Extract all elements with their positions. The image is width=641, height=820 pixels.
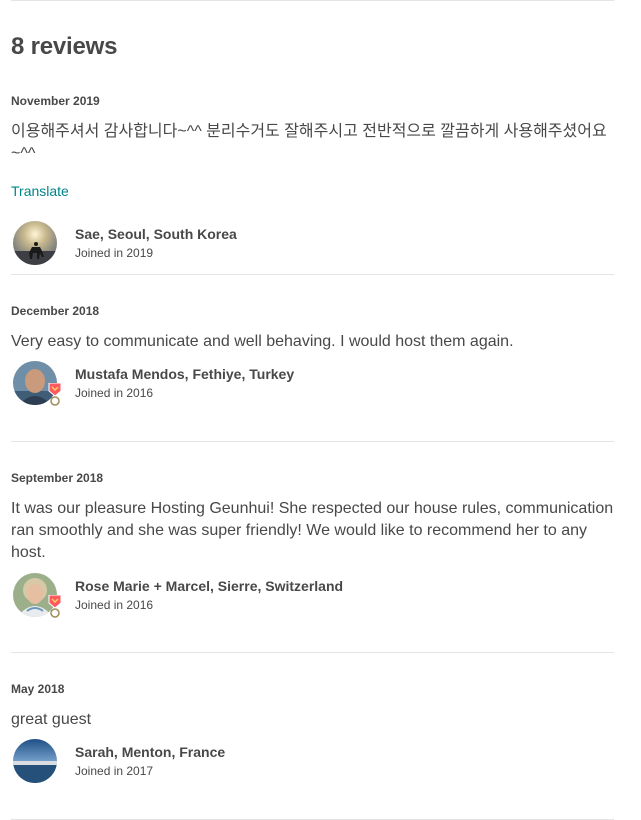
reviewer: Mustafa Mendos, Fethiye, Turkey Joined i…	[11, 361, 614, 407]
review-item: September 2018 It was our pleasure Hosti…	[11, 470, 614, 619]
review-item: November 2019 이용해주셔서 감사합니다~^^ 분리수거도 잘해주시…	[11, 93, 614, 267]
reviewer-name[interactable]: Sarah, Menton, France	[75, 744, 225, 760]
review-divider	[11, 441, 614, 442]
reviewer-avatar[interactable]	[13, 221, 57, 265]
sunset-rider-avatar-image	[13, 221, 57, 265]
superhost-badge-icon	[48, 383, 62, 406]
translate-link[interactable]: Translate	[11, 183, 69, 199]
review-text: great guest	[11, 711, 92, 728]
reviewer: Rose Marie + Marcel, Sierre, Switzerland…	[11, 573, 614, 619]
review-item: December 2018 Very easy to communicate a…	[11, 303, 614, 407]
review-date: December 2018	[11, 304, 100, 318]
review-date: May 2018	[11, 682, 65, 696]
review-text: Very easy to communicate and well behavi…	[11, 333, 514, 350]
reviewer-joined-date: Joined in 2016	[75, 598, 154, 612]
reviewer-name[interactable]: Mustafa Mendos, Fethiye, Turkey	[75, 366, 294, 382]
review-date: September 2018	[11, 471, 104, 485]
review-item: May 2018 great guest Sarah, Menton, Fran…	[11, 681, 614, 785]
reviewer: Sarah, Menton, France Joined in 2017	[11, 739, 614, 785]
review-divider	[11, 652, 614, 653]
reviewer-joined-date: Joined in 2016	[75, 386, 154, 400]
top-divider	[11, 0, 614, 1]
reviewer-joined-date: Joined in 2019	[75, 246, 154, 260]
review-text: It was our pleasure Hosting Geunhui! She…	[11, 500, 614, 561]
superhost-badge-icon	[48, 595, 62, 618]
review-date: November 2019	[11, 94, 100, 108]
reviewer-joined-date: Joined in 2017	[75, 764, 154, 778]
review-divider	[11, 274, 614, 275]
reviewer-avatar[interactable]	[13, 739, 57, 783]
reviewer: Sae, Seoul, South Korea Joined in 2019	[11, 221, 614, 267]
seaside-town-avatar-image	[13, 739, 57, 783]
reviewer-name[interactable]: Sae, Seoul, South Korea	[75, 226, 237, 242]
review-text: 이용해주셔서 감사합니다~^^ 분리수거도 잘해주시고 전반적으로 깔끔하게 사…	[11, 123, 607, 162]
reviews-count-heading: 8 reviews	[11, 33, 118, 60]
reviewer-name[interactable]: Rose Marie + Marcel, Sierre, Switzerland	[75, 578, 343, 594]
